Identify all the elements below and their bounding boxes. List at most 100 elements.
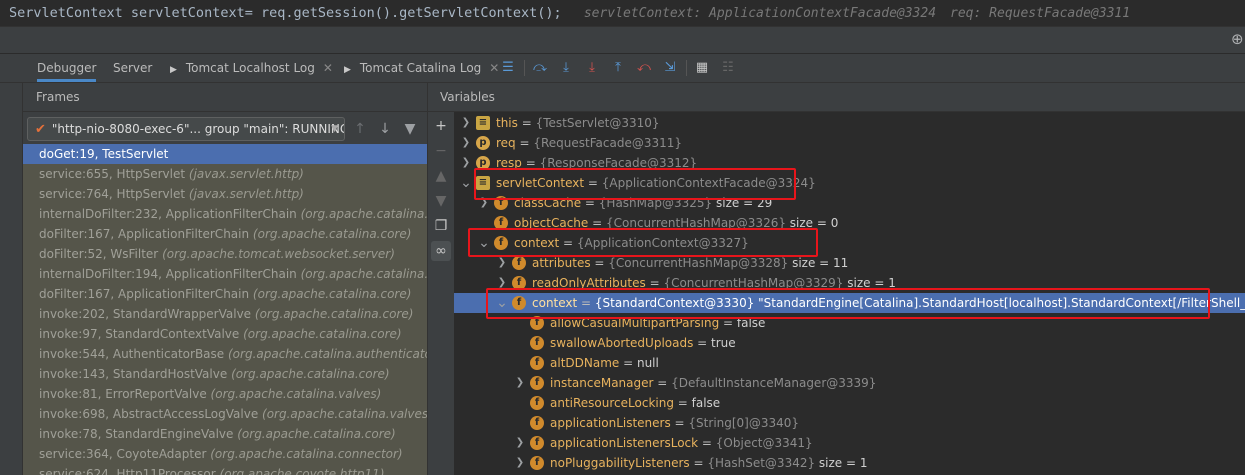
variable-row[interactable]: ❯ p req = {RequestFacade@3311}	[454, 133, 1245, 153]
variable-name: readOnlyAttributes	[532, 276, 646, 290]
variable-row[interactable]: ❯ ≡ this = {TestServlet@3310}	[454, 113, 1245, 133]
variable-value: false	[736, 316, 766, 330]
variable-row[interactable]: ❯ f classCache = {HashMap@3325} size = 29	[454, 193, 1245, 213]
tab-label: Debugger	[37, 61, 97, 75]
frame-row[interactable]: invoke:81, ErrorReportValve (org.apache.…	[23, 384, 427, 404]
chevron-down-icon[interactable]: ⌄	[478, 233, 490, 253]
frame-package: (org.apache.catalina.core)	[243, 327, 402, 341]
field-icon: f	[530, 376, 544, 390]
frame-row[interactable]: service:655, HttpServlet (javax.servlet.…	[23, 164, 427, 184]
frame-package: (org.apache.catalina.authenticator)	[228, 347, 427, 361]
variable-row[interactable]: ❯ f applicationListenersLock = {Object@334…	[454, 433, 1245, 453]
frame-package: (org.apache.coyote.http11)	[219, 467, 385, 475]
frame-method: invoke:81, ErrorReportValve	[39, 387, 207, 401]
run-to-cursor-icon[interactable]: ⇲	[662, 60, 678, 76]
field-icon: f	[494, 236, 508, 250]
variable-row[interactable]: f antiResourceLocking = false	[454, 393, 1245, 413]
variable-row[interactable]: ❯ f readOnlyAttributes = {ConcurrentHashMa…	[454, 273, 1245, 293]
tab-server[interactable]: Server	[113, 54, 152, 82]
variable-row[interactable]: f objectCache = {ConcurrentHashMap@3326} …	[454, 213, 1245, 233]
variable-type: {DefaultInstanceManager@3339}	[671, 376, 877, 390]
tool-window-stripe	[0, 54, 23, 475]
variable-row[interactable]: f applicationListeners = {String[0]@3340}	[454, 413, 1245, 433]
variable-row[interactable]: f swallowAbortedUploads = true	[454, 333, 1245, 353]
frame-row[interactable]: internalDoFilter:232, ApplicationFilterC…	[23, 204, 427, 224]
frame-method: service:624, Http11Processor	[39, 467, 216, 475]
thread-selector[interactable]: ✔ "http-nio-8080-exec-6"... group "main":…	[27, 117, 345, 141]
frame-row[interactable]: invoke:544, AuthenticatorBase (org.apach…	[23, 344, 427, 364]
field-icon: f	[530, 316, 544, 330]
close-icon[interactable]: ✕	[489, 61, 499, 75]
frame-row[interactable]: doFilter:52, WsFilter (org.apache.tomcat…	[23, 244, 427, 264]
variable-row[interactable]: ❯ p resp = {ResponseFacade@3312}	[454, 153, 1245, 173]
copy-icon[interactable]: ❐	[431, 216, 451, 236]
variable-name: this	[496, 116, 518, 130]
chevron-right-icon[interactable]: ❯	[496, 253, 508, 273]
chevron-down-icon[interactable]: ⌄	[496, 293, 508, 313]
variable-row[interactable]: ⌄ f context = {ApplicationContext@3327}	[454, 233, 1245, 253]
variable-row[interactable]: ⌄ f context = {StandardContext@3330} "Stan…	[454, 293, 1245, 313]
tab-tomcat-localhost-log[interactable]: ▶ Tomcat Localhost Log ✕	[170, 54, 333, 82]
tab-tomcat-catalina-log[interactable]: ▶ Tomcat Catalina Log ✕	[344, 54, 499, 82]
variable-value: size = 11	[788, 256, 849, 270]
frame-package: (javax.servlet.http)	[188, 167, 304, 181]
tab-label: Tomcat Catalina Log	[359, 61, 482, 75]
variable-name: objectCache	[514, 216, 589, 230]
show-watches-icon[interactable]: ∞	[431, 241, 451, 261]
step-out-icon[interactable]: ⤒	[610, 60, 626, 76]
arrow-up-icon[interactable]: ↑	[351, 120, 369, 138]
frame-row[interactable]: service:624, Http11Processor (org.apache…	[23, 464, 427, 475]
chevron-right-icon[interactable]: ❯	[460, 133, 472, 153]
variable-row[interactable]: f altDDName = null	[454, 353, 1245, 373]
filter-icon[interactable]: ▼	[401, 120, 419, 138]
drop-frame-icon[interactable]: ⤺	[636, 60, 652, 76]
variable-type: {String[0]@3340}	[688, 416, 800, 430]
force-step-into-icon[interactable]: ⤓	[584, 60, 600, 76]
frame-row[interactable]: invoke:143, StandardHostValve (org.apach…	[23, 364, 427, 384]
frame-row[interactable]: doFilter:167, ApplicationFilterChain (or…	[23, 224, 427, 244]
plus-icon[interactable]: +	[431, 116, 451, 136]
log-icon: ▶	[170, 65, 177, 75]
thread-bar: ✔ "http-nio-8080-exec-6"... group "main":…	[23, 112, 427, 146]
frame-row[interactable]: doFilter:167, ApplicationFilterChain (or…	[23, 284, 427, 304]
frame-row[interactable]: invoke:698, AbstractAccessLogValve (org.…	[23, 404, 427, 424]
variable-row[interactable]: ❯ f instanceManager = {DefaultInstanceMana…	[454, 373, 1245, 393]
trace-stream-icon[interactable]: ☷	[720, 60, 736, 76]
move-up-icon[interactable]: ▲	[431, 166, 451, 186]
variable-name: applicationListeners	[550, 416, 671, 430]
close-icon[interactable]: ✕	[323, 61, 333, 75]
variable-type: {Object@3341}	[715, 436, 813, 450]
frame-row[interactable]: invoke:97, StandardContextValve (org.apa…	[23, 324, 427, 344]
show-execution-point-icon[interactable]: ☰	[500, 60, 516, 76]
chevron-right-icon[interactable]: ❯	[514, 373, 526, 393]
frame-row[interactable]: doGet:19, TestServlet	[23, 144, 427, 164]
variable-row[interactable]: f allowCasualMultipartParsing = false	[454, 313, 1245, 333]
variable-value: null	[636, 356, 659, 370]
frame-row[interactable]: service:364, CoyoteAdapter (org.apache.c…	[23, 444, 427, 464]
chevron-right-icon[interactable]: ❯	[460, 153, 472, 173]
frame-row[interactable]: invoke:78, StandardEngineValve (org.apac…	[23, 424, 427, 444]
step-over-icon[interactable]: ⤼	[532, 60, 548, 76]
chevron-right-icon[interactable]: ❯	[514, 433, 526, 453]
minus-icon[interactable]: −	[431, 141, 451, 161]
variable-row[interactable]: ⌄ ≡ servletContext = {ApplicationContextFa…	[454, 173, 1245, 193]
variable-type: {StandardContext@3330}	[594, 296, 755, 310]
move-down-icon[interactable]: ▼	[431, 191, 451, 211]
target-icon[interactable]: ⊕	[1231, 30, 1245, 48]
step-into-icon[interactable]: ⤓	[558, 60, 574, 76]
chevron-down-icon[interactable]: ⌄	[460, 173, 472, 193]
chevron-right-icon[interactable]: ❯	[478, 193, 490, 213]
chevron-right-icon[interactable]: ❯	[496, 273, 508, 293]
variable-row[interactable]: ❯ f noPluggabilityListeners = {HashSet@334…	[454, 453, 1245, 473]
chevron-right-icon[interactable]: ❯	[460, 113, 472, 133]
arrow-down-icon[interactable]: ↓	[376, 120, 394, 138]
field-icon: f	[530, 336, 544, 350]
chevron-right-icon[interactable]: ❯	[514, 453, 526, 473]
tab-debugger[interactable]: Debugger	[37, 54, 97, 82]
frame-row[interactable]: invoke:202, StandardWrapperValve (org.ap…	[23, 304, 427, 324]
evaluate-expression-icon[interactable]: ▦	[694, 60, 710, 76]
frame-row[interactable]: service:764, HttpServlet (javax.servlet.…	[23, 184, 427, 204]
frame-row[interactable]: internalDoFilter:194, ApplicationFilterC…	[23, 264, 427, 284]
variable-name: antiResourceLocking	[550, 396, 674, 410]
variable-row[interactable]: ❯ f attributes = {ConcurrentHashMap@3328} …	[454, 253, 1245, 273]
